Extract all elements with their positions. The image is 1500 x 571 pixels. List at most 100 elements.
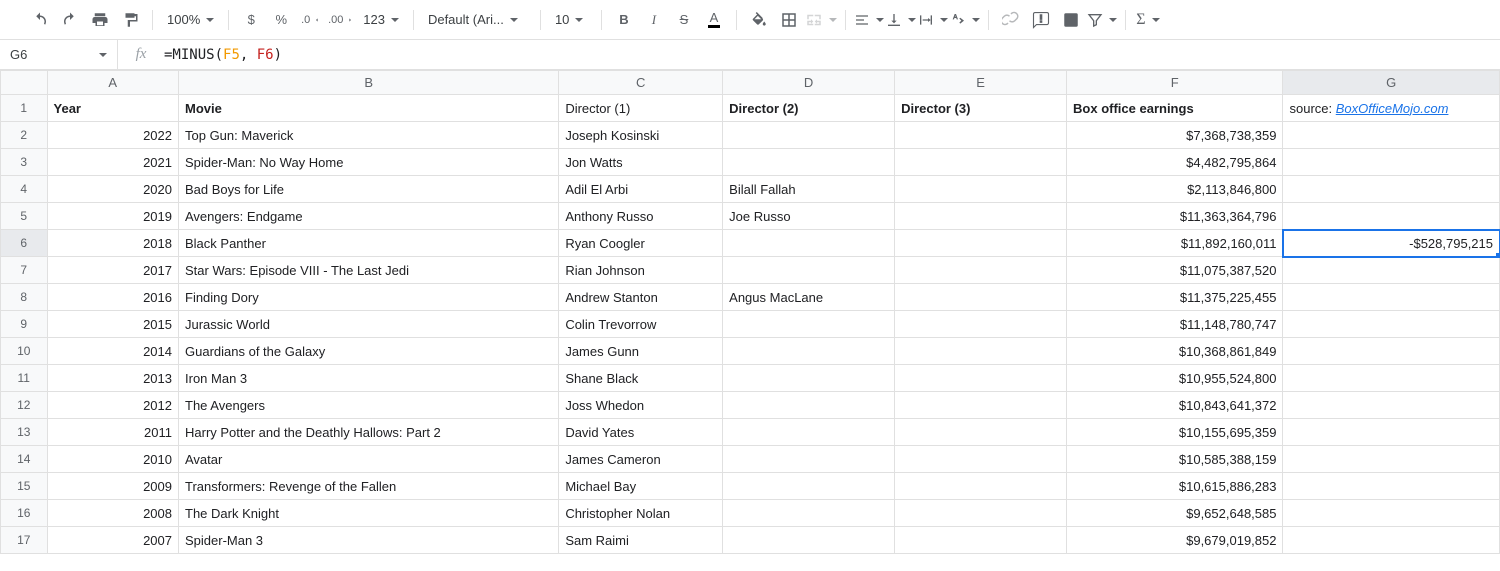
row-header[interactable]: 1 bbox=[1, 95, 48, 122]
cell[interactable] bbox=[723, 446, 895, 473]
cell[interactable] bbox=[1283, 365, 1500, 392]
link[interactable]: BoxOfficeMojo.com bbox=[1336, 101, 1449, 116]
cell[interactable]: 2010 bbox=[47, 446, 178, 473]
font-family-dropdown[interactable]: Default (Ari... bbox=[422, 6, 532, 34]
increase-decimal-button[interactable]: .00 bbox=[327, 6, 355, 34]
cell[interactable]: $11,892,160,011 bbox=[1067, 230, 1283, 257]
cell[interactable]: Avatar bbox=[179, 446, 559, 473]
cell[interactable]: $9,652,648,585 bbox=[1067, 500, 1283, 527]
more-formats-dropdown[interactable]: 123 bbox=[357, 6, 405, 34]
cell[interactable]: Avengers: Endgame bbox=[179, 203, 559, 230]
cell[interactable] bbox=[895, 338, 1067, 365]
select-all-corner[interactable] bbox=[1, 71, 48, 95]
font-size-dropdown[interactable]: 10 bbox=[549, 6, 593, 34]
row-header[interactable]: 7 bbox=[1, 257, 48, 284]
cell[interactable]: Guardians of the Galaxy bbox=[179, 338, 559, 365]
italic-button[interactable]: I bbox=[640, 6, 668, 34]
cell[interactable]: Joe Russo bbox=[723, 203, 895, 230]
cell[interactable]: $9,679,019,852 bbox=[1067, 527, 1283, 554]
cell[interactable] bbox=[895, 419, 1067, 446]
insert-link-button[interactable] bbox=[997, 6, 1025, 34]
cell[interactable]: Black Panther bbox=[179, 230, 559, 257]
row-header[interactable]: 3 bbox=[1, 149, 48, 176]
format-percent-button[interactable]: % bbox=[267, 6, 295, 34]
cell[interactable]: Joseph Kosinski bbox=[559, 122, 723, 149]
cell[interactable]: David Yates bbox=[559, 419, 723, 446]
cell[interactable] bbox=[723, 473, 895, 500]
cell[interactable]: Director (2) bbox=[723, 95, 895, 122]
cell[interactable]: 2017 bbox=[47, 257, 178, 284]
horizontal-align-button[interactable] bbox=[854, 6, 884, 34]
cell[interactable] bbox=[723, 500, 895, 527]
cell[interactable]: Colin Trevorrow bbox=[559, 311, 723, 338]
insert-chart-button[interactable] bbox=[1057, 6, 1085, 34]
cell[interactable]: Director (1) bbox=[559, 95, 723, 122]
formula-input[interactable]: =MINUS(F5, F6) bbox=[164, 47, 1500, 63]
cell[interactable] bbox=[723, 527, 895, 554]
cell[interactable] bbox=[723, 419, 895, 446]
zoom-dropdown[interactable]: 100% bbox=[161, 6, 220, 34]
print-button[interactable] bbox=[86, 6, 114, 34]
cell[interactable]: 2009 bbox=[47, 473, 178, 500]
cell[interactable]: $4,482,795,864 bbox=[1067, 149, 1283, 176]
vertical-align-button[interactable] bbox=[886, 6, 916, 34]
cell[interactable] bbox=[895, 392, 1067, 419]
cell[interactable]: Spider-Man 3 bbox=[179, 527, 559, 554]
cell[interactable] bbox=[1283, 473, 1500, 500]
undo-button[interactable] bbox=[26, 6, 54, 34]
row-header[interactable]: 5 bbox=[1, 203, 48, 230]
cell[interactable]: The Dark Knight bbox=[179, 500, 559, 527]
row-header[interactable]: 8 bbox=[1, 284, 48, 311]
cell[interactable] bbox=[1283, 311, 1500, 338]
cell[interactable] bbox=[723, 122, 895, 149]
cell[interactable] bbox=[895, 257, 1067, 284]
cell[interactable]: $10,955,524,800 bbox=[1067, 365, 1283, 392]
cell[interactable]: The Avengers bbox=[179, 392, 559, 419]
row-header[interactable]: 17 bbox=[1, 527, 48, 554]
cell[interactable]: Ryan Coogler bbox=[559, 230, 723, 257]
cell[interactable]: Christopher Nolan bbox=[559, 500, 723, 527]
cell[interactable]: Iron Man 3 bbox=[179, 365, 559, 392]
cell[interactable] bbox=[723, 338, 895, 365]
cell[interactable]: Top Gun: Maverick bbox=[179, 122, 559, 149]
col-header-C[interactable]: C bbox=[559, 71, 723, 95]
cell[interactable] bbox=[1283, 446, 1500, 473]
functions-button[interactable]: Σ bbox=[1134, 6, 1162, 34]
row-header[interactable]: 10 bbox=[1, 338, 48, 365]
cell[interactable]: Star Wars: Episode VIII - The Last Jedi bbox=[179, 257, 559, 284]
cell[interactable]: James Cameron bbox=[559, 446, 723, 473]
text-color-button[interactable]: A bbox=[700, 6, 728, 34]
cell[interactable]: Year bbox=[47, 95, 178, 122]
cell[interactable]: Bad Boys for Life bbox=[179, 176, 559, 203]
paint-format-button[interactable] bbox=[116, 6, 144, 34]
cell[interactable]: Spider-Man: No Way Home bbox=[179, 149, 559, 176]
cell[interactable]: Adil El Arbi bbox=[559, 176, 723, 203]
text-wrap-button[interactable] bbox=[918, 6, 948, 34]
row-header[interactable]: 14 bbox=[1, 446, 48, 473]
cell[interactable]: James Gunn bbox=[559, 338, 723, 365]
cell[interactable] bbox=[723, 365, 895, 392]
cell[interactable]: 2012 bbox=[47, 392, 178, 419]
col-header-B[interactable]: B bbox=[179, 71, 559, 95]
format-currency-button[interactable]: $ bbox=[237, 6, 265, 34]
cell[interactable] bbox=[1283, 203, 1500, 230]
cell[interactable]: $10,585,388,159 bbox=[1067, 446, 1283, 473]
cell[interactable]: Director (3) bbox=[895, 95, 1067, 122]
cell[interactable] bbox=[1283, 176, 1500, 203]
cell[interactable]: 2013 bbox=[47, 365, 178, 392]
cell[interactable]: Transformers: Revenge of the Fallen bbox=[179, 473, 559, 500]
cell[interactable] bbox=[1283, 527, 1500, 554]
cell[interactable]: 2019 bbox=[47, 203, 178, 230]
cell[interactable]: Rian Johnson bbox=[559, 257, 723, 284]
row-header[interactable]: 9 bbox=[1, 311, 48, 338]
row-header[interactable]: 2 bbox=[1, 122, 48, 149]
bold-button[interactable]: B bbox=[610, 6, 638, 34]
cell[interactable]: $11,075,387,520 bbox=[1067, 257, 1283, 284]
cell[interactable] bbox=[895, 122, 1067, 149]
cell[interactable]: 2011 bbox=[47, 419, 178, 446]
cell[interactable]: Sam Raimi bbox=[559, 527, 723, 554]
cell[interactable] bbox=[1283, 338, 1500, 365]
col-header-A[interactable]: A bbox=[47, 71, 178, 95]
cell[interactable]: Andrew Stanton bbox=[559, 284, 723, 311]
cell[interactable] bbox=[1283, 149, 1500, 176]
